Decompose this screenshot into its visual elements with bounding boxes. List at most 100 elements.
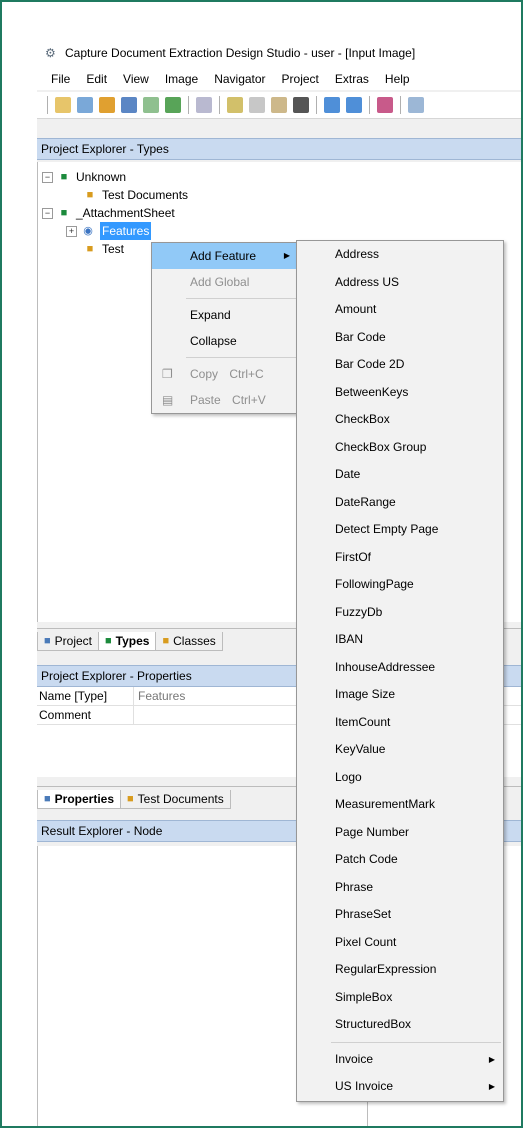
export-icon[interactable] xyxy=(165,97,181,113)
submenu-item[interactable]: StructuredBox xyxy=(297,1011,503,1039)
submenu-item[interactable]: Page Number xyxy=(297,819,503,847)
document-type-icon: ■ xyxy=(60,171,68,183)
collapse-toggle-icon[interactable]: − xyxy=(42,171,53,183)
cut-icon[interactable] xyxy=(227,97,243,113)
tab-types[interactable]: ■ Types xyxy=(98,632,157,651)
tree-node-features[interactable]: + ◉ Features xyxy=(66,222,152,240)
menu-item-add-global: Add Global xyxy=(152,269,298,295)
menu-project[interactable]: Project xyxy=(274,72,327,86)
menu-item-add-feature[interactable]: Add Feature ▶ xyxy=(152,243,298,269)
tab-test-documents[interactable]: ■ Test Documents xyxy=(120,790,231,809)
tree-node-test[interactable]: ■ Test xyxy=(82,240,124,258)
tree-node-attachment-sheet[interactable]: − ■ _AttachmentSheet xyxy=(42,204,175,222)
menu-navigator[interactable]: Navigator xyxy=(206,72,273,86)
document-type-icon: ■ xyxy=(60,207,68,219)
submenu-item[interactable]: DateRange xyxy=(297,489,503,517)
submenu-item[interactable]: FuzzyDb xyxy=(297,599,503,627)
menu-item-paste: ▤ Paste Ctrl+V xyxy=(152,387,298,413)
tab-project[interactable]: ■ Project xyxy=(37,632,100,651)
tree-node-unknown[interactable]: − ■ Unknown xyxy=(42,168,126,186)
submenu-item[interactable]: KeyValue xyxy=(297,736,503,764)
menu-item-label: Paste xyxy=(190,393,221,407)
submenu-item[interactable]: Logo xyxy=(297,764,503,792)
shortcut-label: Ctrl+C xyxy=(229,367,264,381)
tree-node-label: Test Documents xyxy=(102,188,189,202)
tab-label: Properties xyxy=(54,792,115,806)
properties-icon: ■ xyxy=(44,793,51,805)
submenu-item[interactable]: IBAN xyxy=(297,626,503,654)
submenu-item[interactable]: BetweenKeys xyxy=(297,379,503,407)
screenshot-frame: ⚙ Capture Document Extraction Design Stu… xyxy=(0,0,523,1128)
submenu-item[interactable]: FirstOf xyxy=(297,544,503,572)
submenu-item[interactable]: SimpleBox xyxy=(297,984,503,1012)
property-value[interactable] xyxy=(134,706,138,724)
submenu-item[interactable]: FollowingPage xyxy=(297,571,503,599)
paste-icon[interactable] xyxy=(271,97,287,113)
submenu-item[interactable]: Bar Code 2D xyxy=(297,351,503,379)
submenu-item[interactable]: Detect Empty Page xyxy=(297,516,503,544)
link-icon[interactable] xyxy=(196,97,212,113)
tab-properties[interactable]: ■ Properties xyxy=(37,790,122,809)
forward-arrow-icon[interactable] xyxy=(346,97,362,113)
submenu-item[interactable]: Bar Code xyxy=(297,324,503,352)
property-value[interactable]: Features xyxy=(134,687,185,705)
submenu-item[interactable]: Pixel Count xyxy=(297,929,503,957)
tool-icon[interactable] xyxy=(377,97,393,113)
copy-icon: ❐ xyxy=(162,367,173,381)
tab-label: Project xyxy=(54,634,93,648)
submenu-item[interactable]: Date xyxy=(297,461,503,489)
new-project-icon[interactable] xyxy=(55,97,71,113)
submenu-item-us-invoice[interactable]: US Invoice ▶ xyxy=(297,1073,503,1101)
menu-help[interactable]: Help xyxy=(377,72,418,86)
submenu-arrow-icon: ▶ xyxy=(488,1082,495,1091)
menu-extras[interactable]: Extras xyxy=(327,72,377,86)
submenu-item[interactable]: Address xyxy=(297,241,503,269)
tree-node-label: _AttachmentSheet xyxy=(76,206,175,220)
submenu-item[interactable]: Phrase xyxy=(297,874,503,902)
menu-item-label: Expand xyxy=(190,308,231,322)
app-icon: ⚙ xyxy=(45,46,56,60)
tab-label: Test Documents xyxy=(137,792,224,806)
menu-separator xyxy=(186,357,296,358)
tree-node-test-documents[interactable]: ■ Test Documents xyxy=(82,186,188,204)
submenu-item[interactable]: PhraseSet xyxy=(297,901,503,929)
types-panel-header: Project Explorer - Types xyxy=(37,138,521,160)
property-key: Name [Type] xyxy=(37,687,134,705)
submenu-item[interactable]: Address US xyxy=(297,269,503,297)
delete-icon[interactable] xyxy=(293,97,309,113)
submenu-item[interactable]: Image Size xyxy=(297,681,503,709)
search-icon[interactable] xyxy=(408,97,424,113)
tree-node-label: Features xyxy=(100,222,152,240)
submenu-item[interactable]: InhouseAddressee xyxy=(297,654,503,682)
import-icon[interactable] xyxy=(143,97,159,113)
submenu-item[interactable]: Patch Code xyxy=(297,846,503,874)
submenu-item[interactable]: CheckBox Group xyxy=(297,434,503,462)
classes-icon: ■ xyxy=(162,635,170,647)
submenu-item[interactable]: Amount xyxy=(297,296,503,324)
menu-edit[interactable]: Edit xyxy=(78,72,115,86)
test-documents-icon: ■ xyxy=(86,189,94,201)
menu-view[interactable]: View xyxy=(115,72,157,86)
save-icon[interactable] xyxy=(99,97,115,113)
menu-item-expand[interactable]: Expand xyxy=(152,302,298,328)
open-icon[interactable] xyxy=(77,97,93,113)
window-title: Capture Document Extraction Design Studi… xyxy=(65,46,416,60)
submenu-item[interactable]: ItemCount xyxy=(297,709,503,737)
back-arrow-icon[interactable] xyxy=(324,97,340,113)
expand-toggle-icon[interactable]: + xyxy=(66,225,77,237)
collapse-toggle-icon[interactable]: − xyxy=(42,207,53,219)
copy-icon[interactable] xyxy=(249,97,265,113)
tab-label: Types xyxy=(115,634,150,648)
save-all-icon[interactable] xyxy=(121,97,137,113)
tab-classes[interactable]: ■ Classes xyxy=(155,632,223,651)
menu-item-label: Collapse xyxy=(190,334,237,348)
app-window: ⚙ Capture Document Extraction Design Stu… xyxy=(37,38,521,1126)
menu-file[interactable]: File xyxy=(43,72,78,86)
submenu-item-invoice[interactable]: Invoice ▶ xyxy=(297,1046,503,1074)
menu-image[interactable]: Image xyxy=(157,72,206,86)
submenu-item[interactable]: CheckBox xyxy=(297,406,503,434)
submenu-item[interactable]: RegularExpression xyxy=(297,956,503,984)
submenu-item[interactable]: MeasurementMark xyxy=(297,791,503,819)
menu-item-label: Copy xyxy=(190,367,219,381)
menu-item-collapse[interactable]: Collapse xyxy=(152,328,298,354)
